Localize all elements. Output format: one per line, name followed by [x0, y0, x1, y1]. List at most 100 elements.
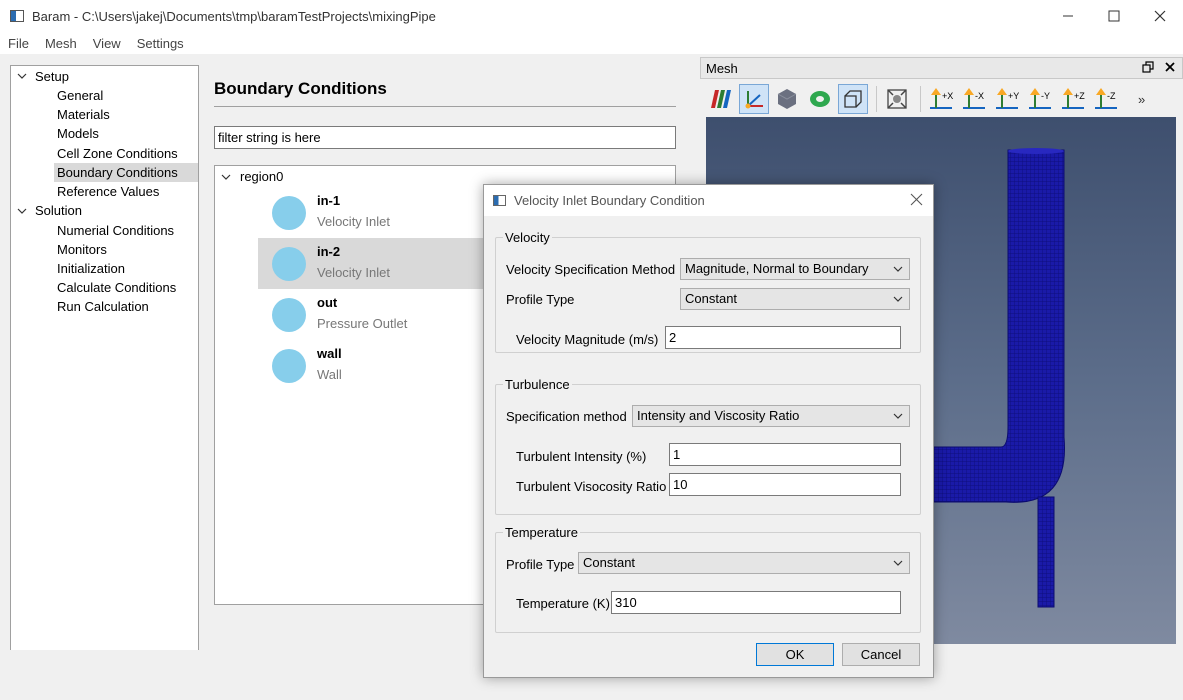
color-legend-button[interactable]	[706, 84, 736, 114]
temperature-group-label: Temperature	[503, 525, 580, 540]
close-icon[interactable]	[1164, 61, 1176, 73]
menubar: File Mesh View Settings	[0, 32, 1183, 54]
view-plus-y-icon: +Y	[996, 88, 1019, 109]
chevron-down-icon[interactable]	[17, 71, 27, 81]
tree-item-initialization[interactable]: Initialization	[57, 259, 125, 278]
velocity-group-label: Velocity	[503, 230, 552, 245]
view-plus-x-icon: +X	[930, 88, 953, 109]
tree-item-monitors[interactable]: Monitors	[57, 240, 107, 259]
window-title: Baram - C:\Users\jakej\Documents\tmp\bar…	[32, 8, 436, 24]
tree-item-cell-zone-conditions[interactable]: Cell Zone Conditions	[57, 144, 178, 163]
temperature-profile-type-label: Profile Type	[506, 557, 575, 572]
axis-toggle-button[interactable]	[739, 84, 769, 114]
fit-icon	[887, 89, 907, 109]
minimize-icon	[1063, 15, 1073, 17]
chevron-down-icon	[893, 296, 903, 302]
tree-item-solution[interactable]: Solution	[35, 201, 82, 220]
chevron-down-icon	[893, 266, 903, 272]
boundary-name: out	[317, 295, 338, 310]
menu-view[interactable]: View	[85, 36, 129, 51]
svg-text:+X: +X	[942, 91, 953, 101]
dialog-titlebar[interactable]: Velocity Inlet Boundary Condition	[484, 185, 933, 216]
chevron-down-icon[interactable]	[17, 206, 27, 216]
axes-icon	[745, 91, 763, 109]
chevron-down-icon	[893, 413, 903, 419]
tree-item-calculate-conditions[interactable]: Calculate Conditions	[57, 278, 176, 297]
tree-item-reference-values[interactable]: Reference Values	[57, 182, 159, 201]
region-label[interactable]: region0	[240, 169, 283, 184]
velocity-profile-type-select[interactable]: Constant	[680, 288, 910, 310]
tree-item-setup[interactable]: Setup	[35, 67, 69, 86]
svg-text:-X: -X	[975, 91, 984, 101]
turbulence-spec-method-select[interactable]: Intensity and Viscosity Ratio	[632, 405, 910, 427]
ok-button[interactable]: OK	[756, 643, 834, 666]
filter-input[interactable]	[214, 126, 676, 149]
cancel-button[interactable]: Cancel	[842, 643, 920, 666]
view-plus-x-button[interactable]: +X	[926, 84, 956, 114]
boundary-name: in-2	[317, 244, 341, 259]
chevron-down-icon[interactable]	[221, 172, 231, 182]
view-plus-y-button[interactable]: +Y	[992, 84, 1022, 114]
boundary-type-icon	[272, 349, 306, 383]
view-minus-x-button[interactable]: -X	[959, 84, 989, 114]
velocity-spec-method-value: Magnitude, Normal to Boundary	[685, 261, 869, 276]
tree-item-boundary-conditions[interactable]: Boundary Conditions	[54, 163, 198, 182]
maximize-button[interactable]	[1091, 0, 1137, 32]
boundary-name: in-1	[317, 193, 341, 208]
view-minus-x-icon: -X	[963, 88, 985, 109]
velocity-inlet-dialog: Velocity Inlet Boundary Condition Veloci…	[483, 184, 934, 678]
turbulence-spec-method-value: Intensity and Viscosity Ratio	[637, 408, 800, 423]
turbulent-intensity-label: Turbulent Intensity (%)	[516, 449, 647, 464]
boundary-type-icon	[272, 298, 306, 332]
tree-item-models[interactable]: Models	[57, 124, 99, 143]
view-minus-y-icon: -Y	[1029, 88, 1051, 109]
velocity-spec-method-select[interactable]: Magnitude, Normal to Boundary	[680, 258, 910, 280]
menu-mesh[interactable]: Mesh	[37, 36, 85, 51]
boundary-type-icon	[272, 196, 306, 230]
mesh-panel-title: Mesh	[706, 60, 738, 76]
turbulence-group-label: Turbulence	[503, 377, 572, 392]
view-plus-z-button[interactable]: +Z	[1058, 84, 1088, 114]
boundary-type: Pressure Outlet	[317, 316, 408, 331]
page-title: Boundary Conditions	[214, 79, 387, 98]
tree-item-run-calculation[interactable]: Run Calculation	[57, 297, 149, 316]
tree-item-materials[interactable]: Materials	[57, 105, 110, 124]
temperature-profile-type-value: Constant	[583, 555, 636, 570]
wireframe-cube-icon	[844, 90, 862, 108]
tree-item-general[interactable]: General	[57, 86, 103, 105]
close-icon	[1154, 10, 1166, 22]
view-minus-z-button[interactable]: -Z	[1091, 84, 1121, 114]
menu-file[interactable]: File	[0, 36, 37, 51]
minimize-button[interactable]	[1045, 0, 1091, 32]
view-minus-y-button[interactable]: -Y	[1025, 84, 1055, 114]
svg-text:-Z: -Z	[1107, 91, 1116, 101]
temperature-profile-type-select[interactable]: Constant	[578, 552, 910, 574]
velocity-magnitude-label: Velocity Magnitude (m/s)	[516, 332, 659, 347]
velocity-spec-method-label: Velocity Specification Method	[506, 262, 676, 277]
close-icon[interactable]	[910, 193, 923, 206]
close-button[interactable]	[1137, 0, 1183, 32]
tree-item-numerial-conditions[interactable]: Numerial Conditions	[57, 221, 174, 240]
app-icon	[493, 195, 506, 206]
float-icon[interactable]	[1142, 61, 1154, 73]
temperature-input[interactable]	[611, 591, 901, 614]
window-titlebar[interactable]: Baram - C:\Users\jakej\Documents\tmp\bar…	[0, 0, 1183, 32]
velocity-profile-type-value: Constant	[685, 291, 738, 306]
cube-view-button[interactable]	[772, 84, 802, 114]
mesh-panel-header[interactable]: Mesh	[700, 57, 1183, 79]
menu-settings[interactable]: Settings	[129, 36, 192, 51]
temperature-label: Temperature (K)	[516, 596, 610, 611]
turbulent-intensity-input[interactable]	[669, 443, 901, 466]
velocity-magnitude-input[interactable]	[665, 326, 901, 349]
surface-view-button[interactable]	[805, 84, 835, 114]
boundary-type: Wall	[317, 367, 342, 382]
maximize-icon	[1108, 10, 1120, 22]
wireframe-view-button[interactable]	[838, 84, 868, 114]
app-icon	[10, 10, 24, 22]
dialog-title: Velocity Inlet Boundary Condition	[514, 193, 705, 208]
svg-text:+Z: +Z	[1074, 91, 1085, 101]
turbulent-viscosity-ratio-input[interactable]	[669, 473, 901, 496]
title-divider	[214, 106, 676, 107]
fit-view-button[interactable]	[882, 84, 912, 114]
toolbar-overflow-button[interactable]: »	[1138, 92, 1145, 107]
